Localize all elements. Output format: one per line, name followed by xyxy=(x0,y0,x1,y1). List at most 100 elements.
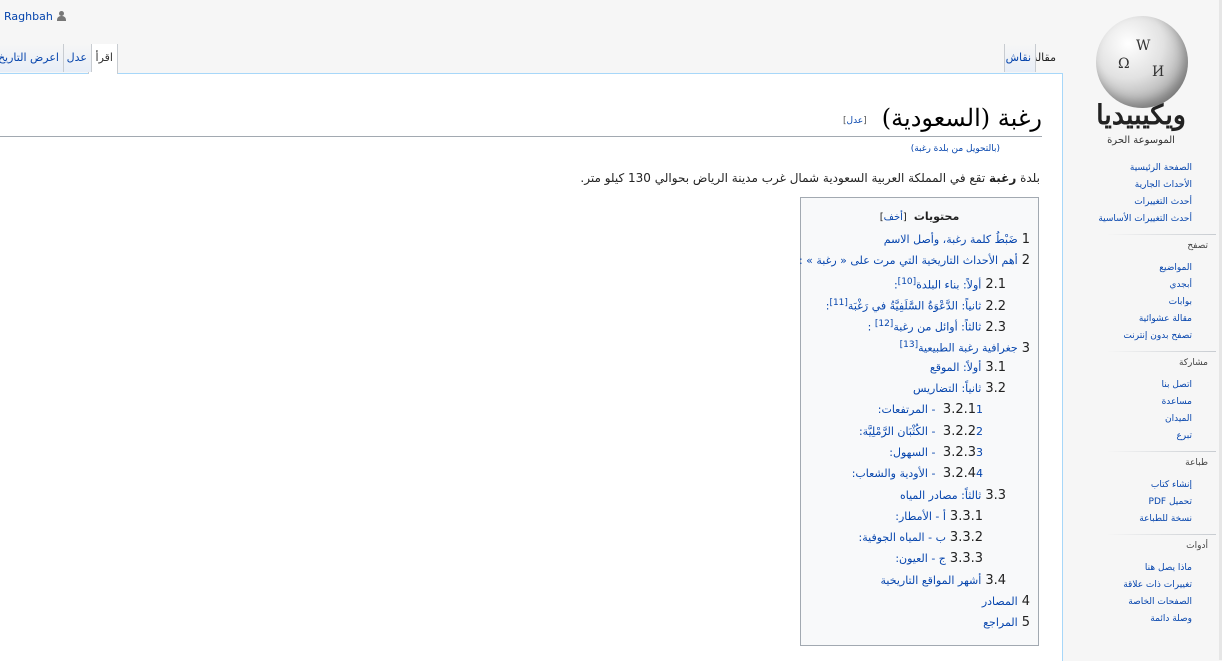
redirect-note: (بالتحويل من بلدة رغبة) xyxy=(911,144,1000,154)
toc-number: 3.3.2 xyxy=(949,530,983,546)
toc-link[interactable]: ب - المياه الجوفية: xyxy=(859,531,946,544)
toc-number: 3.1 xyxy=(985,359,1006,375)
sidebar-link[interactable]: الأحداث الجارية xyxy=(1076,177,1216,194)
toc-link[interactable]: ثالثاً: مصادر المياه xyxy=(900,489,981,502)
sidebar-link[interactable]: الصفحات الخاصة xyxy=(1076,594,1216,611)
toc-number: 1 xyxy=(1021,232,1030,247)
tab-read[interactable]: اقرأ xyxy=(88,44,118,74)
puzzle-globe-icon: W Ω И xyxy=(1096,16,1188,108)
sidebar-link[interactable]: إنشاء كتاب xyxy=(1076,477,1216,494)
toc-link[interactable]: ج - العيون: xyxy=(895,552,946,565)
sidebar-link[interactable]: المواضيع xyxy=(1076,260,1216,277)
toc-item[interactable]: 3.3 ثالثاً: مصادر المياه xyxy=(801,485,1038,506)
intro-bold-term: رغبة xyxy=(989,171,1017,185)
toc-item[interactable]: 3.2.11 - المرتفعات: xyxy=(801,399,1038,420)
toc-footnote: [11] xyxy=(829,297,848,308)
toc-title-text: محتويات xyxy=(913,210,960,223)
intro-prefix: بلدة xyxy=(1016,171,1040,185)
sidebar-link[interactable]: أحدث التغييرات الأساسية xyxy=(1076,211,1216,228)
tab-history[interactable]: اعرض التاريخ xyxy=(0,44,64,72)
toc-number: 3.2.2 xyxy=(942,423,976,439)
toc-item[interactable]: 3جغرافية رغبة الطبيعية[13] xyxy=(801,335,1038,356)
toc-number: 4 xyxy=(1021,594,1030,610)
tab-edit[interactable]: عدل xyxy=(62,44,92,72)
sidebar-heading-print[interactable]: طباعة xyxy=(1076,451,1216,471)
toc-link[interactable]: ثانياً: الدَّعْوَةُ السَّلَفِيَّةُ في رَ… xyxy=(848,300,981,313)
sidebar: الصفحة الرئيسية الأحداث الجارية أحدث التغي… xyxy=(1076,160,1216,628)
toc-item[interactable]: 1ضَبْطُ كلمة رغبة، وأصل الاسم xyxy=(801,229,1038,250)
sidebar-heading-tools[interactable]: أدوات xyxy=(1076,534,1216,554)
sidebar-heading-browse[interactable]: تصفح xyxy=(1076,234,1216,254)
toc-link[interactable]: أهم الأحداث التاريخية التي مرت على « رغب… xyxy=(799,254,1018,267)
toc-item[interactable]: 3.1 أولاً: الموقع xyxy=(801,357,1038,378)
sidebar-link[interactable]: وصلة دائمة xyxy=(1076,611,1216,628)
toc-item[interactable]: 4المصادر xyxy=(801,591,1038,612)
tab-talk-link[interactable]: نقاش xyxy=(1006,51,1031,64)
toc-item[interactable]: 3.3.2ب - المياه الجوفية: xyxy=(801,527,1038,548)
redirect-link[interactable]: (بالتحويل من بلدة رغبة) xyxy=(911,144,1000,154)
tab-article[interactable]: مقالة xyxy=(1032,44,1056,72)
toc-link[interactable]: أشهر المواقع التاريخية xyxy=(881,574,982,587)
toc-item[interactable]: 2.1أولاً: بناء البلدة[10]: xyxy=(801,272,1038,293)
toc-link[interactable]: جغرافية رغبة الطبيعية xyxy=(918,342,1018,355)
sidebar-link[interactable]: الصفحة الرئيسية xyxy=(1076,160,1216,177)
toc-toggle-link[interactable]: أخف xyxy=(884,212,903,223)
sidebar-link[interactable]: الميدان xyxy=(1076,411,1216,428)
tab-edit-link[interactable]: عدل xyxy=(67,51,87,64)
sidebar-link[interactable]: تصفح بدون إنترنت xyxy=(1076,328,1216,345)
toc-item[interactable]: 3.2 ثانياً: التضاريس xyxy=(801,378,1038,399)
toc-item[interactable]: 3.3.3ج - العيون: xyxy=(801,548,1038,569)
toc-footnote: [12] xyxy=(874,319,894,330)
sidebar-link[interactable]: تبرع xyxy=(1076,428,1216,445)
tab-history-link[interactable]: اعرض التاريخ xyxy=(0,51,59,64)
wikipedia-logo[interactable]: W Ω И ويكيبيديا الموسوعة الحرة xyxy=(1082,12,1200,152)
sidebar-link[interactable]: مساعدة xyxy=(1076,394,1216,411)
tab-talk[interactable]: نقاش xyxy=(1004,44,1036,72)
sidebar-link[interactable]: تحميل PDF xyxy=(1076,494,1216,511)
sidebar-link[interactable]: بوابات xyxy=(1076,294,1216,311)
sidebar-section-tools: أدوات ماذا يصل هنا تغييرات ذات علاقة الصفح… xyxy=(1076,534,1216,628)
toc-link[interactable]: ثالثاً: أوائل من رغبة xyxy=(893,321,981,334)
sidebar-section-browse: تصفح المواضيع أبجدي بوابات مقالة عشوائية تصف… xyxy=(1076,234,1216,345)
toc-link[interactable]: أولاً: بناء البلدة xyxy=(916,278,981,291)
toc-item[interactable]: 5المراجع xyxy=(801,612,1038,633)
user-bar: Raghbah xyxy=(4,10,66,23)
toc-item[interactable]: 3.2.44 - الأودية والشعاب: xyxy=(801,463,1038,484)
sidebar-link[interactable]: نسخة للطباعة xyxy=(1076,511,1216,528)
toc-link[interactable]: أولاً: الموقع xyxy=(930,361,981,374)
toc-list: 1ضَبْطُ كلمة رغبة، وأصل الاسم 2أهم الأحدا… xyxy=(799,229,1038,634)
toc-item[interactable]: 3.3.1أ - الأمطار: xyxy=(801,506,1038,527)
sidebar-link[interactable]: أحدث التغييرات xyxy=(1076,194,1216,211)
toc-link[interactable]: أ - الأمطار: xyxy=(895,510,946,523)
toc-item[interactable]: 3.2.33 - السهول: xyxy=(801,442,1038,463)
toc-item[interactable]: 2.2 ثانياً: الدَّعْوَةُ السَّلَفِيَّةُ في… xyxy=(801,293,1038,314)
toc-number: 5 xyxy=(1021,615,1030,631)
sidebar-link[interactable]: أبجدي xyxy=(1076,277,1216,294)
toc-item[interactable]: 3.2.22 - الكُثْبَان الرَّمْلِيَّة: xyxy=(801,421,1038,442)
toc-number: 3.2.4 xyxy=(942,466,976,482)
sidebar-section-print: طباعة إنشاء كتاب تحميل PDF نسخة للطباعة xyxy=(1076,451,1216,528)
title-edit-section: [عدل] xyxy=(843,116,867,126)
toc-footnote: [10] xyxy=(897,276,917,287)
user-name-link[interactable]: Raghbah xyxy=(4,10,53,23)
toc-number: 2.3 xyxy=(985,319,1006,335)
table-of-contents: محتويات [أخف] 1ضَبْطُ كلمة رغبة، وأصل ال… xyxy=(799,197,1039,646)
sidebar-heading-participate[interactable]: مشاركة xyxy=(1076,351,1216,371)
toc-item[interactable]: 2.3 ثالثاً: أوائل من رغبة[12] : xyxy=(801,314,1038,335)
toc-link[interactable]: ثانياً: التضاريس xyxy=(913,382,981,395)
toc-link[interactable]: المراجع xyxy=(983,616,1018,629)
title-edit-link[interactable]: عدل xyxy=(847,116,864,126)
toc-number: 3 xyxy=(1021,341,1030,357)
sidebar-link[interactable]: ماذا يصل هنا xyxy=(1076,560,1216,577)
toc-link[interactable]: ضَبْطُ كلمة رغبة، وأصل الاسم xyxy=(884,233,1018,246)
toc-item[interactable]: 2أهم الأحداث التاريخية التي مرت على « رغ… xyxy=(799,250,1038,271)
first-heading: رغبة (السعودية) [عدل] xyxy=(0,104,1042,137)
sidebar-link[interactable]: تغييرات ذات علاقة xyxy=(1076,577,1216,594)
intro-text: تقع في المملكة العربية السعودية شمال غرب… xyxy=(580,171,989,185)
sidebar-link[interactable]: مقالة عشوائية xyxy=(1076,311,1216,328)
toc-link[interactable]: المصادر xyxy=(982,595,1018,608)
logo-tagline: الموسوعة الحرة xyxy=(1107,135,1175,146)
toc-item[interactable]: 3.4أشهر المواقع التاريخية xyxy=(801,570,1038,591)
sidebar-link[interactable]: اتصل بنا xyxy=(1076,377,1216,394)
content-area: رغبة (السعودية) [عدل] (بالتحويل من بلدة … xyxy=(0,73,1063,661)
